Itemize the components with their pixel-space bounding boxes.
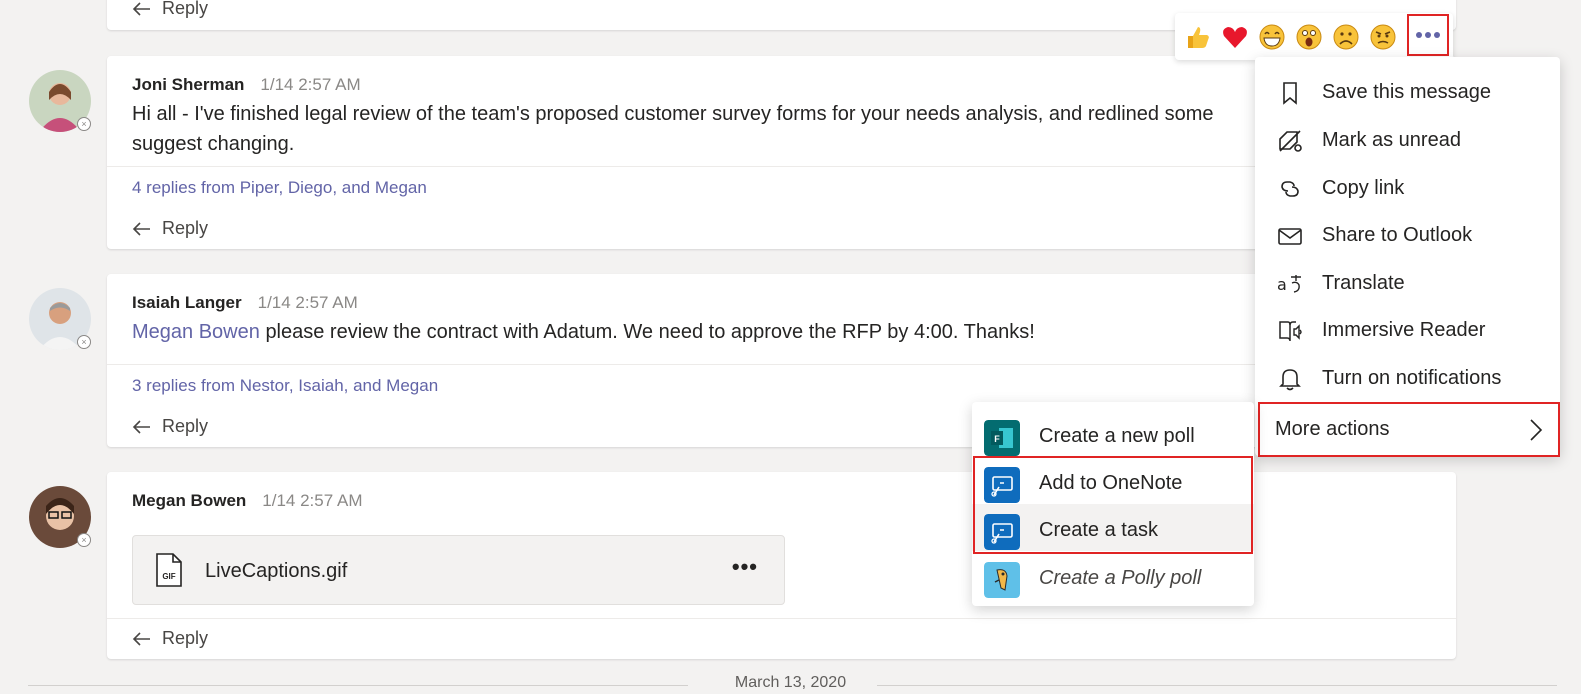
file-type-label: GIF <box>162 572 175 581</box>
message-body: Megan Bowen please review the contract w… <box>132 317 1262 347</box>
menu-item-label: Share to Outlook <box>1322 224 1473 246</box>
menu-item-label: Mark as unread <box>1322 129 1461 151</box>
menu-item-label: Immersive Reader <box>1322 319 1486 341</box>
gif-file-icon: GIF <box>156 553 182 587</box>
svg-text:a: a <box>1277 275 1287 294</box>
message-author[interactable]: Isaiah Langer <box>132 293 242 313</box>
highlight-box <box>973 456 1253 554</box>
heart-icon[interactable] <box>1221 23 1249 51</box>
polly-icon <box>984 562 1020 598</box>
more-dots-icon <box>1416 32 1440 38</box>
message-time: 1/14 2:57 AM <box>260 75 361 94</box>
presence-offline-icon: × <box>77 533 91 547</box>
file-more-options-button[interactable]: ••• <box>732 554 758 580</box>
submenu-item-label: Create a Polly poll <box>1039 567 1202 589</box>
surprised-icon[interactable] <box>1295 23 1323 51</box>
menu-item-notifications[interactable]: Turn on notifications <box>1255 355 1560 402</box>
submenu-item-polly-poll[interactable]: Create a Polly poll <box>972 552 1254 599</box>
presence-offline-icon: × <box>77 335 91 349</box>
reply-arrow-icon <box>132 631 150 646</box>
reply-button[interactable]: Reply <box>132 218 208 239</box>
immersive-reader-icon <box>1279 320 1302 341</box>
divider <box>107 364 1456 365</box>
submenu-item-create-poll[interactable]: F Create a new poll <box>972 410 1254 457</box>
menu-item-label: Translate <box>1322 272 1405 294</box>
bookmark-icon <box>1283 81 1297 105</box>
date-separator: March 13, 2020 <box>734 674 847 691</box>
thread-replies-link[interactable]: 3 replies from Nestor, Isaiah, and Megan <box>132 376 438 396</box>
submenu-item-label: Create a new poll <box>1039 425 1195 447</box>
menu-item-label: More actions <box>1275 418 1390 440</box>
menu-item-more-actions[interactable]: More actions <box>1258 402 1560 457</box>
message-time: 1/14 2:57 AM <box>257 293 358 312</box>
message-text-line: Hi all - I've finished legal review of t… <box>132 103 1214 125</box>
menu-item-label: Turn on notifications <box>1322 367 1502 389</box>
menu-item-translate[interactable]: a Translate <box>1255 260 1560 307</box>
angry-icon[interactable] <box>1369 23 1397 51</box>
bell-icon <box>1279 368 1301 390</box>
reply-label: Reply <box>162 218 209 238</box>
link-icon <box>1281 180 1299 197</box>
more-options-button[interactable] <box>1407 14 1449 56</box>
thread-replies-link[interactable]: 4 replies from Piper, Diego, and Megan <box>132 178 427 198</box>
menu-item-mark-unread[interactable]: Mark as unread <box>1255 117 1560 164</box>
menu-item-label: Copy link <box>1322 177 1405 199</box>
reply-label: Reply <box>162 0 209 18</box>
reply-label: Reply <box>162 416 209 436</box>
chevron-right-icon <box>1530 419 1543 441</box>
message-options-menu: Save this message Mark as unread Copy li… <box>1255 57 1560 456</box>
message-text-line: suggest changing. <box>132 133 295 155</box>
file-name[interactable]: LiveCaptions.gif <box>205 560 347 583</box>
menu-item-copy-link[interactable]: Copy link <box>1255 165 1560 212</box>
reply-arrow-icon <box>132 221 150 236</box>
divider <box>107 166 1456 167</box>
forms-icon: F <box>984 420 1020 456</box>
reply-button[interactable]: Reply <box>132 628 208 649</box>
message-body: Hi all - I've finished legal review of t… <box>132 99 1262 159</box>
translate-icon: a <box>1277 274 1301 294</box>
reply-button[interactable]: Reply <box>132 416 208 437</box>
message-text: please review the contract with Adatum. … <box>265 321 1035 343</box>
message-card: Joni Sherman 1/14 2:57 AM Hi all - I've … <box>107 56 1456 249</box>
presence-offline-icon: × <box>77 117 91 131</box>
message-time: 1/14 2:57 AM <box>262 491 363 510</box>
file-attachment[interactable]: GIF LiveCaptions.gif ••• <box>132 535 785 605</box>
divider <box>107 618 1456 619</box>
reply-button[interactable]: Reply <box>132 0 208 19</box>
like-icon[interactable] <box>1184 23 1212 51</box>
menu-item-immersive-reader[interactable]: Immersive Reader <box>1255 307 1560 354</box>
reply-label: Reply <box>162 628 209 648</box>
sad-icon[interactable] <box>1332 23 1360 51</box>
menu-item-share-outlook[interactable]: Share to Outlook <box>1255 212 1560 259</box>
mark-unread-icon <box>1279 129 1302 152</box>
laugh-icon[interactable] <box>1258 23 1286 51</box>
message-author[interactable]: Megan Bowen <box>132 491 246 511</box>
mail-icon <box>1278 227 1302 245</box>
reply-arrow-icon <box>132 419 150 434</box>
svg-text:F: F <box>994 434 1000 444</box>
mention-link[interactable]: Megan Bowen <box>132 321 260 343</box>
message-author[interactable]: Joni Sherman <box>132 75 244 95</box>
reply-arrow-icon <box>132 1 150 16</box>
menu-item-save-message[interactable]: Save this message <box>1255 69 1560 116</box>
menu-item-label: Save this message <box>1322 81 1491 103</box>
